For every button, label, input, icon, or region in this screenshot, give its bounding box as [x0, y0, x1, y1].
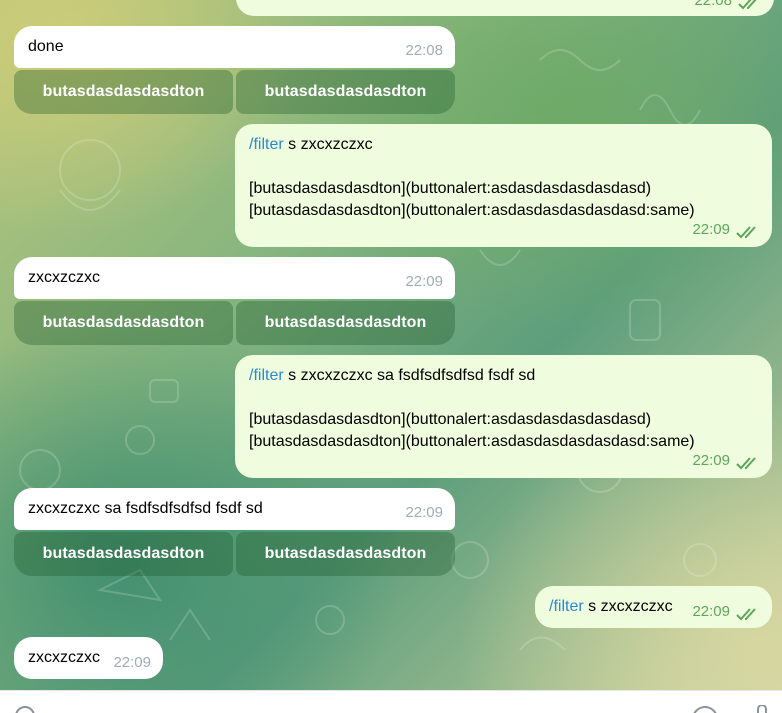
- message-text: zxcxzczxc: [28, 649, 100, 666]
- message-bubble-outgoing[interactable]: /filter s zxcxzczxc [butasdasdasdasdton]…: [235, 124, 772, 247]
- message-bubble-incoming[interactable]: zxcxzczxc sa fsdfsdfsdfsd fsdf sd 22:09: [14, 488, 455, 530]
- message-input-bar[interactable]: [0, 690, 782, 713]
- message-time: 22:09: [692, 603, 730, 620]
- message-time: 22:09: [405, 504, 443, 521]
- inline-keyboard: butasdasdasdasdton butasdasdasdasdton: [14, 70, 455, 114]
- message-time: 22:08: [405, 42, 443, 59]
- message-text: zxcxzczxc: [28, 269, 100, 286]
- message-bubble-outgoing[interactable]: /filter s zxcxzczxc 22:09: [535, 586, 772, 628]
- inline-button[interactable]: butasdasdasdasdton: [236, 532, 455, 576]
- message-bubble-outgoing[interactable]: /filter s zxcxzczxc sa fsdfsdfsdfsd fsdf…: [235, 355, 772, 478]
- inline-button[interactable]: butasdasdasdasdton: [236, 301, 455, 345]
- message-list[interactable]: 22:08 done 22:08 butasdasdasdasdton buta…: [0, 0, 782, 690]
- inline-keyboard: butasdasdasdasdton butasdasdasdasdton: [14, 532, 455, 576]
- message-text: /filter s zxcxzczxc [butasdasdasdasdton]…: [249, 136, 695, 219]
- message-bubble-incoming[interactable]: zxcxzczxc 22:09: [14, 257, 455, 299]
- inline-button[interactable]: butasdasdasdasdton: [14, 301, 233, 345]
- message-text: /filter s zxcxzczxc: [549, 598, 673, 615]
- message-time: 22:08: [694, 0, 732, 9]
- message-time: 22:09: [692, 221, 730, 238]
- message-text: /filter s zxcxzczxc sa fsdfsdfsdfsd fsdf…: [249, 367, 695, 450]
- message-text: done: [28, 38, 64, 55]
- inline-keyboard: butasdasdasdasdton butasdasdasdasdton: [14, 301, 455, 345]
- microphone-icon[interactable]: [754, 705, 770, 713]
- bot-command-link[interactable]: /filter: [249, 367, 284, 384]
- bot-command-link[interactable]: /filter: [249, 136, 284, 153]
- smile-icon[interactable]: [690, 705, 720, 713]
- double-check-icon: [736, 608, 756, 621]
- message-time: 22:09: [405, 273, 443, 290]
- double-check-icon: [736, 226, 756, 239]
- message-text: zxcxzczxc sa fsdfsdfsdfsd fsdf sd: [28, 500, 263, 517]
- message-time: 22:09: [113, 654, 151, 671]
- double-check-icon: [738, 0, 757, 10]
- message-time: 22:09: [692, 452, 730, 469]
- paperclip-icon[interactable]: [14, 705, 36, 713]
- message-bubble-outgoing[interactable]: 22:08: [236, 0, 774, 16]
- inline-button[interactable]: butasdasdasdasdton: [14, 532, 233, 576]
- inline-button[interactable]: butasdasdasdasdton: [14, 70, 233, 114]
- bot-command-link[interactable]: /filter: [549, 598, 584, 615]
- double-check-icon: [736, 457, 756, 470]
- message-bubble-incoming[interactable]: done 22:08: [14, 26, 455, 68]
- message-bubble-incoming[interactable]: zxcxzczxc 22:09: [14, 637, 163, 679]
- inline-button[interactable]: butasdasdasdasdton: [236, 70, 455, 114]
